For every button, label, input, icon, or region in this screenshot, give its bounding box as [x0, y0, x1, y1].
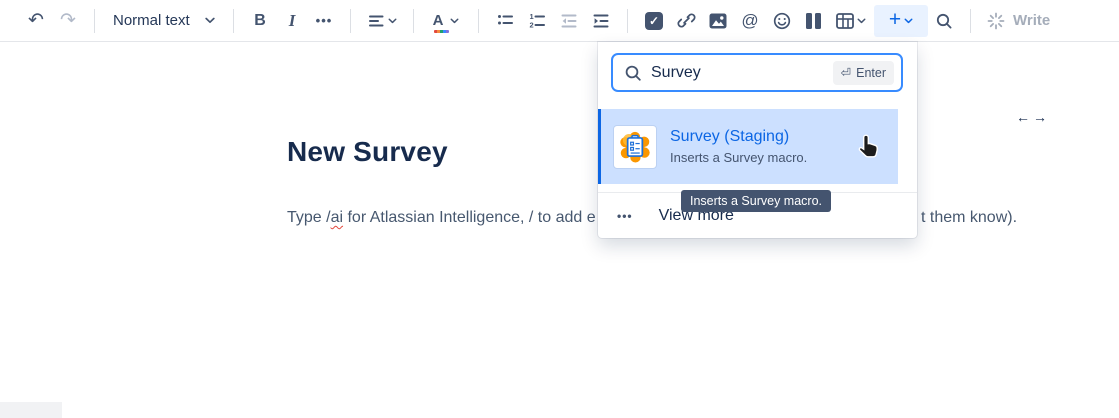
mention-button[interactable]: @: [734, 5, 766, 37]
return-key-icon: ⏎: [841, 65, 851, 80]
survey-macro-icon: [616, 128, 654, 166]
redo-icon: ↷: [60, 11, 76, 30]
link-button[interactable]: [670, 5, 702, 37]
undo-icon: ↶: [28, 11, 44, 30]
toolbar-divider: [350, 9, 351, 33]
more-formatting-icon: •••: [316, 13, 333, 28]
search-icon: [624, 64, 642, 82]
toolbar-divider: [627, 9, 628, 33]
more-formatting-button[interactable]: •••: [308, 5, 340, 37]
element-search-input[interactable]: [651, 64, 833, 82]
color-swatch-bar: [434, 30, 449, 33]
italic-button[interactable]: I: [276, 5, 308, 37]
enter-key-label: Enter: [856, 66, 886, 80]
outdent-icon: [560, 12, 578, 30]
mouse-cursor-pointer: [856, 132, 882, 160]
indent-icon: [592, 12, 610, 30]
ellipsis-icon: •••: [617, 209, 633, 223]
image-icon: [709, 13, 727, 29]
bullet-list-icon: [496, 12, 514, 30]
toolbar-divider: [233, 9, 234, 33]
table-dropdown[interactable]: [828, 5, 874, 37]
toolbar-divider: [94, 9, 95, 33]
arrow-left-icon: ←: [1016, 109, 1030, 125]
text-style-label: Normal text: [113, 12, 190, 29]
page-title-input[interactable]: New Survey: [287, 136, 448, 168]
task-list-button[interactable]: ✓: [638, 5, 670, 37]
svg-text:2: 2: [530, 20, 534, 29]
text-color-icon: A: [433, 12, 444, 29]
bold-button[interactable]: B: [244, 5, 276, 37]
bottom-corner-block: [0, 402, 62, 418]
editor-placeholder-text-end: t them know).: [921, 209, 1017, 227]
arrow-right-icon: →: [1033, 109, 1047, 125]
text-color-dropdown[interactable]: A: [424, 5, 468, 37]
numbered-list-icon: 12: [528, 12, 546, 30]
italic-icon: I: [289, 11, 296, 31]
result-text: Survey (Staging) Inserts a Survey macro.: [670, 128, 807, 165]
ai-write-button[interactable]: Write: [981, 5, 1056, 37]
undo-button[interactable]: ↶: [20, 5, 52, 37]
result-description: Inserts a Survey macro.: [670, 150, 807, 165]
search-result-survey-staging[interactable]: Survey (Staging) Inserts a Survey macro.: [598, 109, 898, 184]
plus-icon: +: [889, 9, 901, 30]
chevron-down-icon: [205, 17, 215, 24]
insert-element-dropdown[interactable]: +: [874, 5, 928, 37]
selection-indicator-bar: [598, 109, 601, 184]
redo-button[interactable]: ↷: [52, 5, 84, 37]
toolbar-divider: [413, 9, 414, 33]
tooltip: Inserts a Survey macro.: [681, 190, 831, 212]
toolbar-divider: [478, 9, 479, 33]
editor-toolbar: ↶ ↷ Normal text B I ••• A: [0, 0, 1119, 42]
result-title: Survey (Staging): [670, 128, 807, 146]
toolbar-divider: [970, 9, 971, 33]
search-icon: [935, 12, 953, 30]
image-button[interactable]: [702, 5, 734, 37]
element-search-box: ⏎ Enter: [611, 53, 903, 92]
alignment-dropdown[interactable]: [361, 5, 403, 37]
expand-width-toggle[interactable]: ← →: [1016, 109, 1047, 125]
ai-sparkle-icon: [987, 12, 1005, 30]
task-checkbox-icon: ✓: [645, 12, 663, 30]
editor-page: ↶ ↷ Normal text B I ••• A: [0, 0, 1119, 418]
insert-element-popup: ⏎ Enter: [598, 42, 917, 238]
chevron-down-icon: [904, 18, 913, 24]
table-icon: [836, 13, 854, 29]
chevron-down-icon: [388, 18, 397, 24]
layouts-button[interactable]: [798, 5, 828, 37]
bold-icon: B: [254, 12, 266, 30]
editor-placeholder-text[interactable]: Type /ai for Atlassian Intelligence, / t…: [287, 209, 596, 227]
chevron-down-icon: [450, 18, 459, 24]
bullet-list-button[interactable]: [489, 5, 521, 37]
find-replace-button[interactable]: [928, 5, 960, 37]
chevron-down-icon: [857, 18, 866, 24]
indent-button[interactable]: [585, 5, 617, 37]
misspelled-word: ai: [331, 209, 343, 226]
mention-icon: @: [741, 11, 758, 31]
numbered-list-button[interactable]: 12: [521, 5, 553, 37]
emoji-icon: [773, 12, 791, 30]
layouts-icon: [806, 13, 821, 29]
emoji-button[interactable]: [766, 5, 798, 37]
text-style-dropdown[interactable]: Normal text: [105, 5, 223, 37]
outdent-button[interactable]: [553, 5, 585, 37]
survey-macro-tile: [613, 125, 657, 169]
write-label: Write: [1013, 12, 1050, 29]
align-left-icon: [367, 12, 385, 30]
enter-key-hint: ⏎ Enter: [833, 61, 894, 85]
link-icon: [677, 11, 696, 30]
